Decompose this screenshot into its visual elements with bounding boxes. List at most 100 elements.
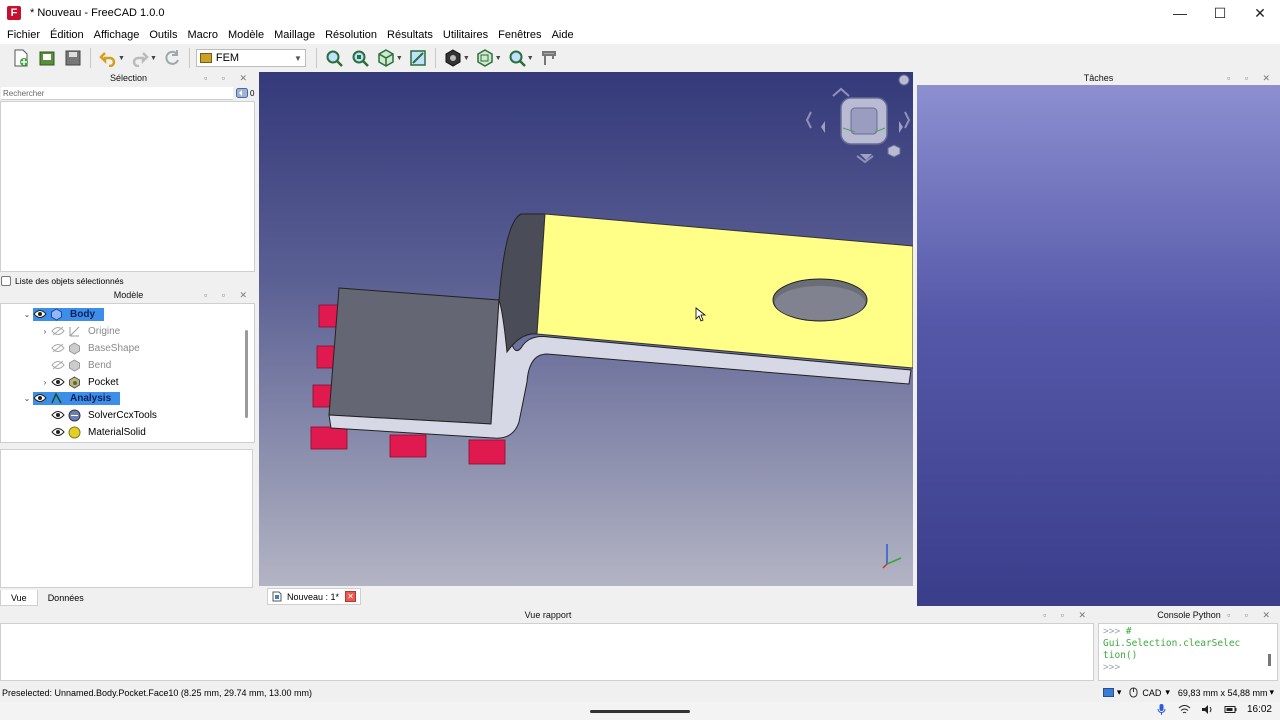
hidden-eye-icon[interactable] (51, 343, 65, 353)
freecad-logo-icon: F (7, 6, 21, 20)
visibility-eye-icon[interactable] (33, 309, 47, 319)
clock[interactable]: 16:02 (1247, 704, 1272, 715)
zoom-button[interactable] (506, 47, 528, 69)
standard-views-button[interactable] (375, 47, 397, 69)
panel-controls[interactable]: ▫ ▫ ✕ (204, 289, 253, 302)
3d-scene[interactable] (259, 72, 913, 586)
tree-item-body[interactable]: ⌄ Body (21, 306, 104, 322)
collapse-arrow-icon[interactable]: ⌄ (21, 394, 33, 403)
menu-resultats[interactable]: Résultats (382, 26, 438, 44)
document-tab-bar: Nouveau : 1* ✕ (259, 586, 913, 606)
menu-fichier[interactable]: Fichier (2, 26, 45, 44)
menu-modele[interactable]: Modèle (223, 26, 269, 44)
tasks-panel-body[interactable] (917, 85, 1280, 606)
redo-dropdown-icon[interactable]: ▼ (150, 55, 157, 62)
menu-affichage[interactable]: Affichage (89, 26, 145, 44)
draw-style-dropdown-icon[interactable]: ▼ (463, 55, 470, 62)
tree-item-solverccxtools[interactable]: SolverCcxTools (51, 407, 160, 423)
body-icon (50, 307, 63, 321)
notification-area[interactable]: ▾ (1102, 687, 1121, 698)
python-console-input[interactable]: >>> # Gui.Selection.clearSelec tion() >>… (1098, 623, 1278, 681)
refresh-icon (165, 50, 179, 65)
measure-tool-button[interactable] (538, 47, 560, 69)
refresh-button[interactable] (161, 47, 183, 69)
close-window-button[interactable]: ✕ (1240, 0, 1280, 26)
tree-item-materialsolid[interactable]: MaterialSolid (51, 424, 149, 440)
model-tree[interactable]: ⌄ Body › Origine BaseShape Bend › Pocket… (0, 303, 255, 443)
selected-objects-label: Liste des objets sélectionnés (15, 276, 124, 286)
tab-donnees[interactable]: Données (38, 590, 94, 606)
maximize-button[interactable]: ☐ (1200, 0, 1240, 26)
navigation-style-selector[interactable]: CAD ▾ (1129, 687, 1170, 698)
tree-item-origine[interactable]: › Origine (39, 323, 123, 339)
selected-objects-checkbox[interactable] (1, 276, 11, 286)
report-panel-title: Vue rapport ▫ ▫ ✕ (524, 609, 1092, 622)
property-view[interactable] (0, 449, 253, 588)
panel-controls[interactable]: ▫ ▫ ✕ (204, 72, 253, 85)
battery-icon[interactable] (1224, 703, 1237, 716)
hidden-eye-icon[interactable] (51, 326, 65, 336)
close-tab-icon[interactable]: ✕ (345, 591, 357, 602)
chevron-down-icon: ▼ (293, 53, 302, 63)
flange-back-face[interactable] (328, 287, 500, 425)
selection-list[interactable] (0, 101, 255, 272)
console-scrollbar[interactable] (1268, 654, 1271, 666)
3d-view[interactable] (259, 72, 913, 586)
tree-item-pocket[interactable]: › Pocket (39, 374, 122, 390)
tree-scrollbar[interactable] (245, 330, 248, 418)
menu-resolution[interactable]: Résolution (320, 26, 382, 44)
title-bar: F * Nouveau - FreeCAD 1.0.0 — ☐ ✕ (0, 0, 1280, 26)
undo-button[interactable] (97, 47, 119, 69)
menu-fenetres[interactable]: Fenêtres (493, 26, 546, 44)
visibility-eye-icon[interactable] (33, 393, 47, 403)
save-document-button[interactable] (62, 47, 84, 69)
tree-item-bend[interactable]: Bend (51, 357, 114, 373)
pick-selection-icon[interactable] (236, 87, 248, 99)
tree-item-analysis[interactable]: ⌄ Analysis (21, 390, 121, 406)
bounding-box-button[interactable] (474, 47, 496, 69)
menu-utilitaires[interactable]: Utilitaires (438, 26, 493, 44)
panel-controls[interactable]: ▫ ▫ ✕ (1227, 72, 1276, 85)
fit-all-button[interactable] (323, 47, 345, 69)
panel-controls[interactable]: ▫ ▫ ✕ (1043, 609, 1092, 622)
tree-item-label: MaterialSolid (88, 426, 146, 438)
menu-edition[interactable]: Édition (45, 26, 89, 44)
visibility-eye-icon[interactable] (51, 410, 65, 420)
volume-icon[interactable] (1201, 703, 1214, 716)
zoom-dropdown-icon[interactable]: ▼ (527, 55, 534, 62)
menu-maillage[interactable]: Maillage (269, 26, 320, 44)
home-indicator[interactable] (590, 710, 690, 713)
redo-button[interactable] (129, 47, 151, 69)
standard-views-dropdown-icon[interactable]: ▼ (396, 55, 403, 62)
menu-aide[interactable]: Aide (547, 26, 579, 44)
collapse-arrow-icon[interactable]: ⌄ (21, 310, 33, 319)
selected-objects-toggle[interactable]: Liste des objets sélectionnés (0, 274, 257, 288)
view-dimensions[interactable]: 69,83 mm x 54,88 mm ▾ (1178, 687, 1274, 698)
draw-style-button[interactable] (442, 47, 464, 69)
expand-arrow-icon[interactable]: › (39, 327, 51, 336)
fit-selection-button[interactable] (349, 47, 371, 69)
menu-macro[interactable]: Macro (182, 26, 223, 44)
minimize-button[interactable]: — (1160, 0, 1200, 26)
wifi-icon[interactable] (1178, 703, 1191, 716)
report-output[interactable] (0, 623, 1094, 681)
menu-outils[interactable]: Outils (144, 26, 182, 44)
selection-search-input[interactable]: Rechercher (1, 87, 233, 100)
microphone-icon[interactable] (1155, 703, 1168, 716)
measure-button[interactable] (407, 47, 429, 69)
open-document-button[interactable] (36, 47, 58, 69)
visibility-eye-icon[interactable] (51, 427, 65, 437)
navigation-cube[interactable] (805, 74, 911, 164)
hidden-eye-icon[interactable] (51, 360, 65, 370)
document-tab[interactable]: Nouveau : 1* ✕ (267, 588, 362, 605)
expand-arrow-icon[interactable]: › (39, 378, 51, 387)
tree-item-baseshape[interactable]: BaseShape (51, 340, 143, 356)
visibility-eye-icon[interactable] (51, 377, 65, 387)
undo-dropdown-icon[interactable]: ▼ (118, 55, 125, 62)
system-tray: 16:02 (1155, 703, 1272, 716)
panel-controls[interactable]: ▫ ▫ ✕ (1227, 609, 1276, 622)
workbench-selector[interactable]: FEM ▼ (195, 49, 306, 67)
bounding-box-dropdown-icon[interactable]: ▼ (495, 55, 502, 62)
tab-vue[interactable]: Vue (0, 590, 38, 606)
new-document-button[interactable] (10, 47, 32, 69)
